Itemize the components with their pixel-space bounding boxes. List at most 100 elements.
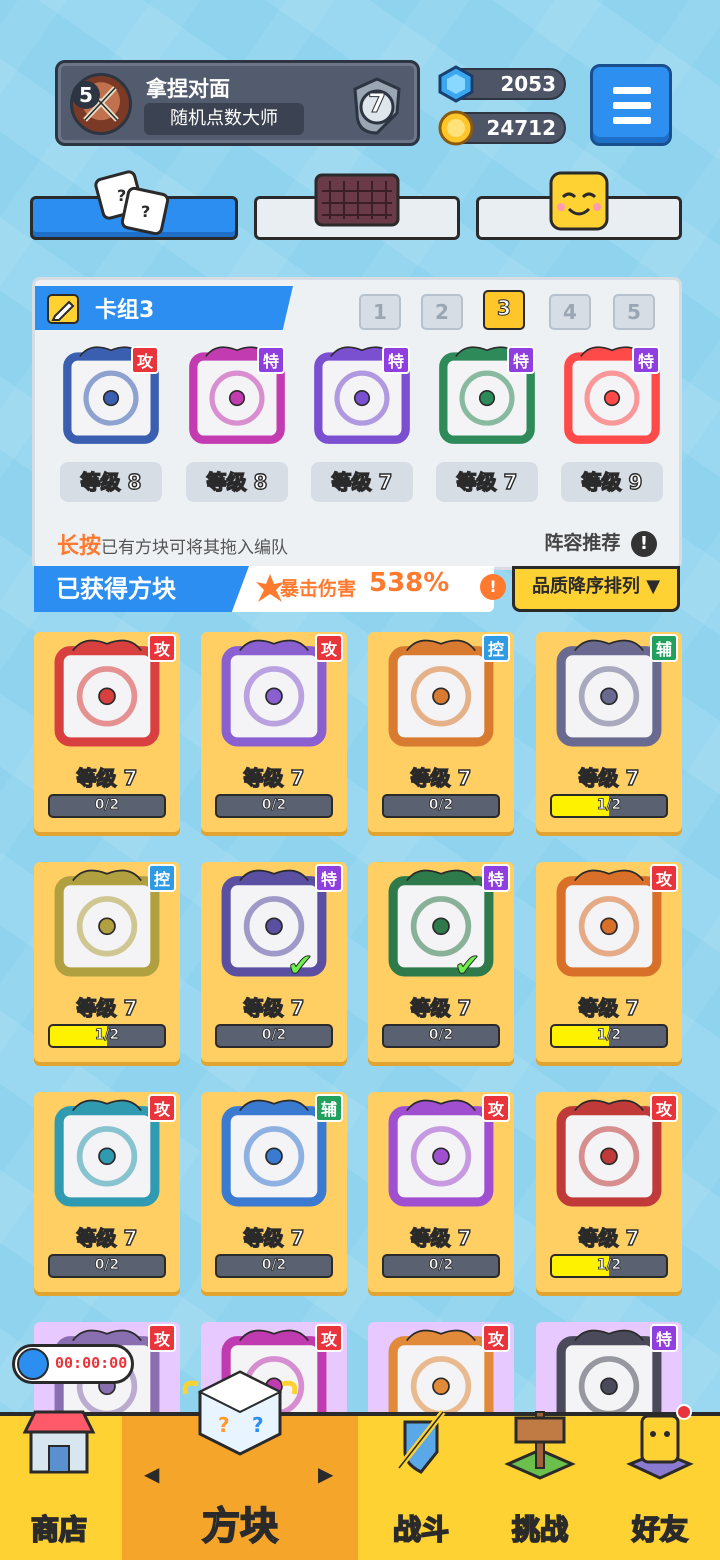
dice-icon: ? ? (94, 170, 170, 236)
deck-card-level: 等级 9 (561, 462, 663, 502)
block-card[interactable]: 控等级 7 0/2 (368, 632, 514, 832)
deck-card[interactable]: 特 (560, 344, 664, 448)
block-level: 等级 7 (578, 765, 640, 790)
block-card[interactable]: 攻等级 7 1/2 (536, 1092, 682, 1292)
menu-icon-bar (613, 87, 651, 94)
svg-text:?: ? (117, 186, 126, 205)
block-type-tag: 攻 (650, 1094, 678, 1122)
deck-panel: 卡组3 12345 攻等级 8 特等级 8 特等级 7 特等级 7 特等级 9 … (32, 277, 682, 570)
sort-dropdown[interactable]: 品质降序排列 ▼ (512, 566, 680, 612)
block-level: 等级 7 (243, 995, 305, 1020)
nav-friends[interactable]: 好友 (600, 1404, 720, 1560)
block-type-tag: 攻 (148, 1094, 176, 1122)
deck-slot-4[interactable]: 4 (549, 294, 591, 330)
deck-slot-2[interactable]: 2 (421, 294, 463, 330)
nav-blocks[interactable]: ? ? 方块 (122, 1370, 358, 1560)
deck-slot-3[interactable]: 3 (483, 290, 525, 330)
nav-shop-label: 商店 (30, 1512, 88, 1547)
block-card[interactable]: 特 ✔ 等级 7 0/2 (201, 862, 347, 1062)
svg-text:?: ? (218, 1413, 230, 1437)
deck-card[interactable]: 特 (435, 344, 539, 448)
progress-text: 0/2 (428, 797, 454, 814)
deck-card[interactable]: 特 (310, 344, 414, 448)
block-level: 等级 7 (578, 995, 640, 1020)
equipped-check-icon: ✔ (454, 946, 482, 985)
player-profile-card[interactable]: 5 拿捏对面 随机点数大师 7 (55, 60, 420, 146)
coin-counter[interactable]: 24712 (438, 110, 566, 146)
crit-info-icon[interactable]: ! (480, 574, 506, 600)
pencil-icon[interactable] (47, 294, 79, 324)
hint-highlight: 长按 (57, 534, 102, 559)
tab-board[interactable] (254, 173, 460, 240)
tab-emote[interactable] (476, 171, 682, 240)
block-type-tag: 攻 (482, 1094, 510, 1122)
nav-challenge[interactable]: 挑战 (480, 1411, 600, 1560)
deck-card[interactable]: 攻 (59, 344, 163, 448)
nav-battle[interactable]: 战斗 (362, 1410, 480, 1560)
block-card[interactable]: 辅等级 7 0/2 (201, 1092, 347, 1292)
player-level-badge: 5 (72, 81, 100, 109)
deck-card-level: 等级 8 (186, 462, 288, 502)
deck-slot-5[interactable]: 5 (613, 294, 655, 330)
menu-button[interactable] (590, 64, 672, 146)
signpost-icon (504, 1411, 576, 1480)
block-art (217, 1094, 331, 1214)
friend-block-icon (626, 1404, 694, 1480)
tab-dice[interactable]: ? ? (30, 170, 238, 240)
rank-badge[interactable]: 7 (347, 75, 407, 135)
block-art (552, 634, 666, 754)
deck-slot-1[interactable]: 1 (359, 294, 401, 330)
progress-text: 0/2 (261, 1027, 287, 1044)
block-type-tag: 攻 (148, 634, 176, 662)
progress-text: 0/2 (94, 1257, 120, 1274)
upgrade-progress-bar: 0/2 (215, 794, 333, 818)
block-type-tag: 攻 (148, 1324, 176, 1352)
block-card[interactable]: 特 ✔ 等级 7 0/2 (368, 862, 514, 1062)
nav-left-arrow[interactable]: ◀ (144, 1462, 159, 1486)
upgrade-progress-bar: 0/2 (48, 1254, 166, 1278)
block-card[interactable]: 攻等级 7 1/2 (536, 862, 682, 1062)
nav-shop[interactable]: 商店 (0, 1410, 118, 1560)
block-card[interactable]: 攻等级 7 0/2 (201, 632, 347, 832)
card-type-tag: 攻 (131, 346, 159, 374)
deck-title-bar[interactable]: 卡组3 (35, 286, 293, 330)
block-type-tag: 特 (650, 1324, 678, 1352)
drag-hint: 长按已有方块可将其拖入编队 (57, 528, 288, 560)
hint-text: 已有方块可将其拖入编队 (101, 538, 289, 558)
player-title: 随机点数大师 (144, 103, 304, 135)
gem-counter[interactable]: 2053 (438, 65, 566, 103)
upgrade-progress-bar: 0/2 (382, 1024, 500, 1048)
block-level: 等级 7 (578, 1225, 640, 1250)
block-level: 等级 7 (76, 995, 138, 1020)
shop-icon (22, 1410, 96, 1474)
block-card[interactable]: 辅等级 7 1/2 (536, 632, 682, 832)
recommend-label: 阵容推荐 (544, 532, 621, 554)
block-art (384, 634, 498, 754)
equipped-check-icon: ✔ (287, 946, 315, 985)
obtained-header: 已获得方块 暴击伤害 538% ! (34, 566, 506, 612)
progress-text: 0/2 (94, 797, 120, 814)
bottom-nav: 商店 ? ? 方块 战斗 挑战 好友 (0, 1370, 720, 1560)
block-level: 等级 7 (243, 1225, 305, 1250)
block-level: 等级 7 (410, 1225, 472, 1250)
nav-battle-label: 战斗 (392, 1512, 450, 1547)
block-art (50, 634, 164, 754)
player-name: 拿捏对面 (146, 77, 230, 101)
timer-bubble[interactable]: 00:00:00 (12, 1344, 134, 1384)
nav-right-arrow[interactable]: ▶ (318, 1462, 333, 1486)
block-card[interactable]: 攻等级 7 0/2 (34, 632, 180, 832)
progress-text: 0/2 (428, 1027, 454, 1044)
block-card[interactable]: 攻等级 7 0/2 (34, 1092, 180, 1292)
recommend-lineup-button[interactable]: 阵容推荐 ! (544, 528, 657, 557)
block-type-tag: 辅 (650, 634, 678, 662)
coin-amount: 24712 (486, 116, 556, 140)
upgrade-progress-bar: 1/2 (550, 1024, 668, 1048)
block-card[interactable]: 控等级 7 1/2 (34, 862, 180, 1062)
block-card[interactable]: 攻等级 7 0/2 (368, 1092, 514, 1292)
block-art (217, 864, 331, 984)
deck-title: 卡组3 (95, 298, 155, 323)
card-type-tag: 特 (257, 346, 285, 374)
deck-card[interactable]: 特 (185, 344, 289, 448)
upgrade-progress-bar: 0/2 (382, 1254, 500, 1278)
card-type-tag: 特 (632, 346, 660, 374)
